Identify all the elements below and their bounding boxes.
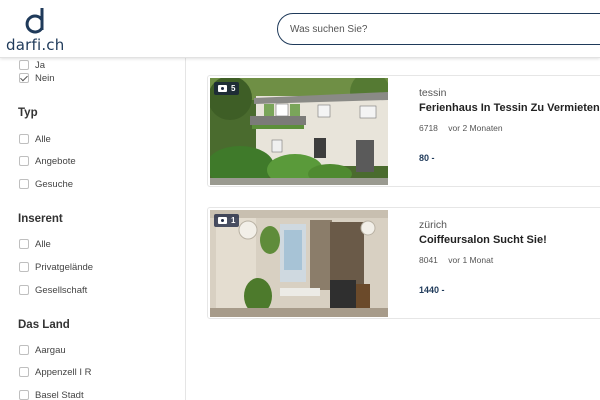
site-logo[interactable]: darfi.ch <box>6 6 76 54</box>
listing-card[interactable]: 5 tessin Ferienhaus In Tessin Zu Vermiet… <box>207 75 600 187</box>
filter-option-appenzell[interactable]: Appenzell I R <box>19 365 92 379</box>
logo-d-icon <box>25 8 44 34</box>
listing-title[interactable]: Coiffeursalon Sucht Sie! <box>419 234 547 246</box>
filter-sidebar: Ja Nein Typ Alle Angebote Gesuche Insere… <box>0 58 186 400</box>
checkbox[interactable] <box>19 156 29 166</box>
checkbox[interactable] <box>19 134 29 144</box>
listing-price: 1440 - <box>419 285 445 295</box>
listing-location: tessin <box>419 87 447 99</box>
filter-option-label: Alle <box>35 133 51 145</box>
photo-count-badge: 1 <box>214 214 240 227</box>
camera-icon <box>218 217 227 224</box>
logo-text: darfi.ch <box>6 36 65 54</box>
filter-section-title-inserent: Inserent <box>18 213 63 225</box>
filter-option-label: Alle <box>35 238 51 250</box>
listing-title[interactable]: Ferienhaus In Tessin Zu Vermieten <box>419 102 600 114</box>
filter-option-label: Angebote <box>35 155 76 167</box>
filter-option-label: Aargau <box>35 344 66 356</box>
checkbox[interactable] <box>19 390 29 400</box>
listing-price: 80 - <box>419 153 435 163</box>
listing-postcode: 6718 <box>419 123 438 133</box>
filter-option-ja[interactable]: Ja <box>19 58 45 72</box>
listing-age: vor 2 Monaten <box>448 123 503 133</box>
filter-option-gesuche[interactable]: Gesuche <box>19 177 73 191</box>
listing-card[interactable]: 1 zürich Coiffeursalon Sucht Sie! 8041 v… <box>207 207 600 319</box>
filter-option-label: Appenzell I R <box>35 366 92 378</box>
checkbox-nein[interactable] <box>19 73 29 83</box>
camera-icon <box>218 85 227 92</box>
listing-meta: 6718 vor 2 Monaten <box>419 123 503 133</box>
filter-option-inserent-alle[interactable]: Alle <box>19 237 51 251</box>
photo-count: 1 <box>231 216 236 225</box>
filter-option-label: Ja <box>35 59 46 71</box>
photo-count-badge: 5 <box>214 82 240 95</box>
filter-option-nein[interactable]: Nein <box>19 71 55 85</box>
listing-age: vor 1 Monat <box>448 255 494 265</box>
filter-option-label: Nein <box>35 72 55 84</box>
checkbox[interactable] <box>19 179 29 189</box>
filter-option-label: Gesellschaft <box>35 284 88 296</box>
filter-option-label: Basel Stadt <box>35 389 84 400</box>
checkbox[interactable] <box>19 367 29 377</box>
filter-option-privatgelaende[interactable]: Privatgelände <box>19 260 93 274</box>
filter-option-angebote[interactable]: Angebote <box>19 154 76 168</box>
filter-option-typ-alle[interactable]: Alle <box>19 132 51 146</box>
filter-option-aargau[interactable]: Aargau <box>19 343 66 357</box>
filter-option-basel-stadt[interactable]: Basel Stadt <box>19 388 84 400</box>
listing-location: zürich <box>419 219 448 231</box>
checkbox[interactable] <box>19 262 29 272</box>
site-header: darfi.ch <box>0 0 600 58</box>
search-bar[interactable] <box>277 13 600 45</box>
checkbox-ja[interactable] <box>19 60 29 70</box>
listing-photo[interactable]: 5 <box>210 78 388 185</box>
search-input[interactable] <box>290 20 590 38</box>
checkbox[interactable] <box>19 285 29 295</box>
filter-option-label: Privatgelände <box>35 261 94 273</box>
listing-meta: 8041 vor 1 Monat <box>419 255 493 265</box>
listings-area: 5 tessin Ferienhaus In Tessin Zu Vermiet… <box>187 58 600 400</box>
listing-postcode: 8041 <box>419 255 438 265</box>
checkbox[interactable] <box>19 345 29 355</box>
listing-photo[interactable]: 1 <box>210 210 388 317</box>
checkbox[interactable] <box>19 239 29 249</box>
photo-count: 5 <box>231 84 236 93</box>
filter-option-label: Gesuche <box>35 178 74 190</box>
filter-option-gesellschaft[interactable]: Gesellschaft <box>19 283 87 297</box>
filter-section-title-land: Das Land <box>18 319 70 331</box>
filter-section-title-typ: Typ <box>18 107 38 119</box>
